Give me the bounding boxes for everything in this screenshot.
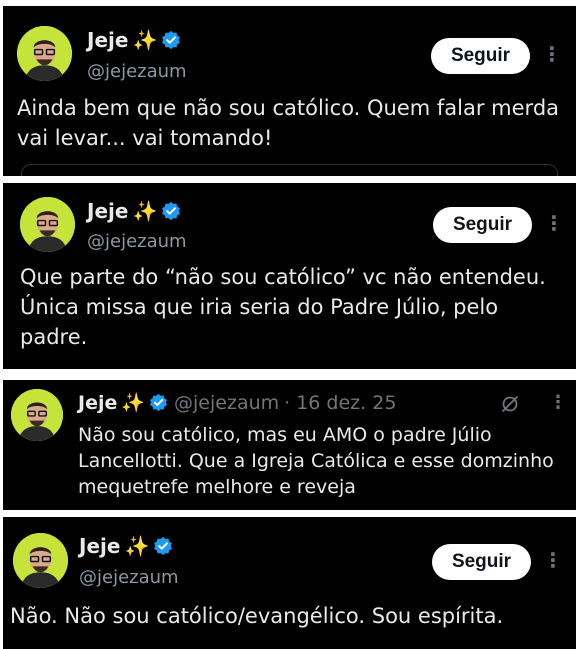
avatar-image bbox=[20, 197, 75, 252]
more-icon[interactable]: ⋮ bbox=[544, 213, 564, 233]
verified-badge-icon bbox=[149, 393, 168, 412]
author-row: Jeje ✨ @jejezaum · 16 dez. 25 bbox=[78, 391, 396, 415]
more-icon[interactable]: ⋮ bbox=[549, 394, 567, 412]
avatar[interactable] bbox=[11, 389, 63, 441]
tweet-text: Que parte do “não sou católico” vc não e… bbox=[20, 265, 546, 349]
tweet-card-3: Jeje ✨ @jejezaum · 16 dez. 25 ⋮ Não sou … bbox=[3, 380, 576, 510]
author-handle[interactable]: @jejezaum bbox=[79, 567, 179, 588]
avatar[interactable] bbox=[20, 197, 75, 252]
follow-button[interactable]: Seguir bbox=[432, 544, 531, 580]
follow-button[interactable]: Seguir bbox=[431, 38, 530, 74]
tweet-text: Não sou católico, mas eu AMO o padre Júl… bbox=[78, 424, 554, 499]
author-name[interactable]: Jeje bbox=[87, 28, 128, 52]
author-handle[interactable]: @jejezaum bbox=[174, 392, 279, 414]
avatar[interactable] bbox=[13, 533, 68, 588]
avatar-image bbox=[13, 533, 68, 588]
author-row: Jeje ✨ bbox=[87, 28, 181, 52]
avatar-image bbox=[17, 26, 72, 81]
avatar[interactable] bbox=[17, 26, 72, 81]
sparkle-icon: ✨ bbox=[121, 392, 146, 414]
author-name[interactable]: Jeje bbox=[87, 199, 128, 223]
author-name[interactable]: Jeje bbox=[78, 392, 117, 414]
verified-badge-icon bbox=[161, 30, 181, 50]
verified-badge-icon bbox=[161, 201, 181, 221]
follow-button[interactable]: Seguir bbox=[433, 207, 532, 243]
author-row: Jeje ✨ bbox=[87, 199, 181, 223]
quoted-tweet-edge[interactable] bbox=[21, 164, 558, 176]
tweet-card-1: Jeje ✨ @jejezaum Seguir ⋮ Ainda bem que … bbox=[3, 6, 576, 176]
avatar-image bbox=[11, 389, 63, 441]
tweet-card-4: Jeje ✨ @jejezaum Seguir ⋮ Não. Não sou c… bbox=[3, 517, 576, 649]
sparkle-icon: ✨ bbox=[132, 199, 158, 223]
more-icon[interactable]: ⋮ bbox=[542, 44, 562, 64]
author-row: Jeje ✨ bbox=[79, 534, 173, 558]
tweet-date[interactable]: · 16 dez. 25 bbox=[284, 392, 396, 414]
tweet-text: Ainda bem que não sou católico. Quem fal… bbox=[17, 96, 560, 150]
sparkle-icon: ✨ bbox=[132, 28, 158, 52]
author-handle[interactable]: @jejezaum bbox=[87, 231, 187, 252]
author-handle[interactable]: @jejezaum bbox=[87, 61, 187, 82]
more-icon[interactable]: ⋮ bbox=[543, 550, 563, 570]
verified-badge-icon bbox=[153, 536, 173, 556]
tweet-text: Não. Não sou católico/evangélico. Sou es… bbox=[10, 604, 504, 628]
grok-icon[interactable] bbox=[500, 394, 520, 418]
author-name[interactable]: Jeje bbox=[79, 534, 120, 558]
tweet-card-2: Jeje ✨ @jejezaum Seguir ⋮ Que parte do “… bbox=[3, 183, 576, 369]
sparkle-icon: ✨ bbox=[124, 534, 150, 558]
